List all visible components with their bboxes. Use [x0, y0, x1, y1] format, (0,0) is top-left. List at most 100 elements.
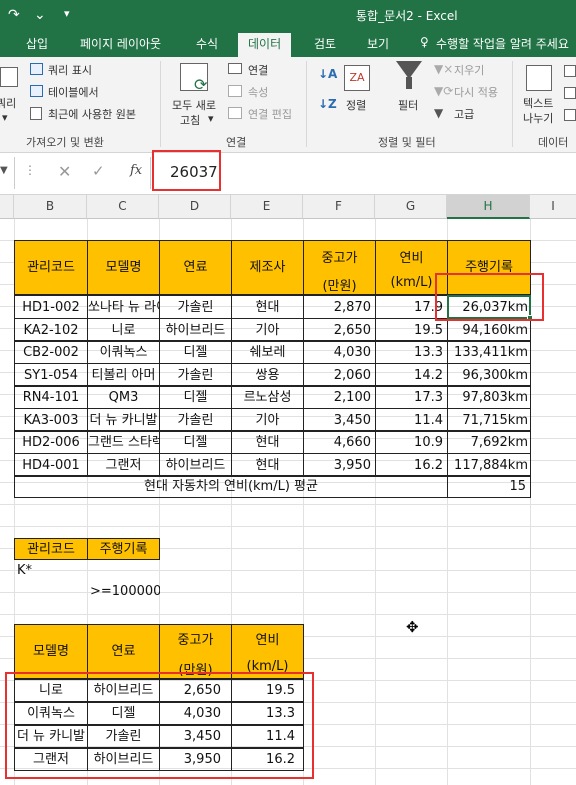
table-row-price[interactable]: 2,650 [303, 318, 376, 342]
table-row-model[interactable]: 그랜드 스타렉스 [87, 430, 160, 454]
criteria-mileage-value[interactable]: >=100000 [87, 581, 160, 603]
table-row-code[interactable]: KA2-102 [14, 318, 88, 342]
table-row-efficiency[interactable]: 14.2 [375, 363, 448, 387]
properties-button[interactable]: 속성 [248, 84, 268, 100]
table-row-price[interactable]: 2,870 [303, 295, 376, 319]
table-row-mileage[interactable]: 71,715km [447, 408, 531, 432]
new-query-icon[interactable] [0, 67, 18, 87]
text-to-columns-icon[interactable] [526, 65, 552, 91]
remove-duplicates-icon[interactable] [564, 87, 576, 99]
table-row-code[interactable]: HD2-006 [14, 430, 88, 454]
table-row-mileage[interactable]: 97,803km [447, 385, 531, 409]
clear-button[interactable]: 지우기 [454, 62, 484, 78]
table-row-fuel[interactable]: 디젤 [159, 385, 232, 409]
new-query-label[interactable]: 쿼리 [0, 95, 16, 111]
tab-insert[interactable]: 삽입 [26, 35, 48, 52]
table-row-fuel[interactable]: 하이브리드 [159, 318, 232, 342]
name-box-dropdown-icon[interactable]: ▼ [0, 165, 8, 176]
table-row-fuel[interactable]: 하이브리드 [159, 453, 232, 477]
customize-toolbar-icon[interactable]: ▾ [64, 7, 70, 20]
table-row-mileage[interactable]: 133,411km [447, 340, 531, 364]
table-row-maker[interactable]: 기아 [231, 408, 304, 432]
refresh-all-label[interactable]: 모두 새로 [172, 97, 216, 113]
sort-button[interactable]: 정렬 [346, 97, 366, 113]
recent-sources-button[interactable]: 최근에 사용한 원본 [48, 106, 136, 122]
result-header[interactable]: 중고가 (만원) [159, 624, 232, 679]
table-row-fuel[interactable]: 가솔린 [159, 363, 232, 387]
table-row-code[interactable]: HD1-002 [14, 295, 88, 319]
table-row-maker[interactable]: 쉐보레 [231, 340, 304, 364]
select-all-corner[interactable] [0, 195, 14, 219]
table-row-price[interactable]: 4,030 [303, 340, 376, 364]
table-row-price[interactable]: 2,100 [303, 385, 376, 409]
criteria-header-mileage[interactable]: 주행기록 [87, 538, 160, 560]
insert-function-icon[interactable]: fx [130, 163, 142, 178]
column-header-g[interactable]: G [375, 195, 447, 219]
column-header-b[interactable]: B [14, 195, 87, 219]
chevron-down-icon[interactable]: ⌄ [34, 7, 46, 23]
table-row-model[interactable]: 티볼리 아머 [87, 363, 160, 387]
table-row-maker[interactable]: 현대 [231, 295, 304, 319]
header-price[interactable]: 중고가 (만원) [303, 240, 376, 295]
sort-desc-icon[interactable]: ↓Z [318, 97, 337, 111]
header-model[interactable]: 모델명 [87, 240, 160, 295]
table-row-model[interactable]: 니로 [87, 318, 160, 342]
sort-asc-icon[interactable]: ↓A [318, 67, 337, 81]
table-row-fuel[interactable]: 가솔린 [159, 408, 232, 432]
tab-data[interactable]: 데이터 [238, 33, 292, 58]
table-row-mileage[interactable]: 94,160km [447, 318, 531, 342]
from-table-button[interactable]: 테이블에서 [48, 84, 99, 100]
table-row-model[interactable]: 그랜저 [87, 453, 160, 477]
column-header-f[interactable]: F [303, 195, 375, 219]
table-row-maker[interactable]: 현대 [231, 453, 304, 477]
table-row-price[interactable]: 3,450 [303, 408, 376, 432]
reapply-button[interactable]: 다시 적용 [454, 84, 498, 100]
table-row-maker[interactable]: 기아 [231, 318, 304, 342]
text-to-columns-label[interactable]: 텍스트 [523, 95, 553, 111]
table-row-code[interactable]: KA3-003 [14, 408, 88, 432]
table-row-fuel[interactable]: 가솔린 [159, 295, 232, 319]
data-validation-icon[interactable] [564, 109, 576, 121]
table-row-model[interactable]: 이쿼녹스 [87, 340, 160, 364]
table-row-mileage[interactable]: 7,692km [447, 430, 531, 454]
table-row-mileage[interactable]: 117,884km [447, 453, 531, 477]
criteria-code-value[interactable]: K* [14, 560, 88, 582]
table-row-maker[interactable]: 쌍용 [231, 363, 304, 387]
average-value[interactable]: 15 [447, 475, 531, 498]
column-header-c[interactable]: C [87, 195, 159, 219]
table-row-model[interactable]: 쏘나타 뉴 라이즈 [87, 295, 160, 319]
connections-button[interactable]: 연결 [248, 62, 268, 78]
table-row-code[interactable]: SY1-054 [14, 363, 88, 387]
criteria-header-code[interactable]: 관리코드 [14, 538, 88, 560]
tab-view[interactable]: 보기 [367, 35, 389, 52]
enter-icon[interactable]: ✓ [92, 162, 105, 180]
edit-links-button[interactable]: 연결 편집 [248, 106, 292, 122]
show-queries-button[interactable]: 쿼리 표시 [48, 62, 92, 78]
table-row-efficiency[interactable]: 10.9 [375, 430, 448, 454]
tell-me-box[interactable]: 수행할 작업을 알려 주세요 [436, 35, 569, 52]
table-row-mileage[interactable]: 96,300km [447, 363, 531, 387]
flash-fill-icon[interactable] [564, 65, 576, 77]
header-fuel[interactable]: 연료 [159, 240, 232, 295]
table-row-efficiency[interactable]: 13.3 [375, 340, 448, 364]
advanced-button[interactable]: 고급 [454, 106, 474, 122]
table-row-code[interactable]: RN4-101 [14, 385, 88, 409]
table-row-efficiency[interactable]: 11.4 [375, 408, 448, 432]
table-row-price[interactable]: 2,060 [303, 363, 376, 387]
table-row-fuel[interactable]: 디젤 [159, 340, 232, 364]
filter-button[interactable]: 필터 [398, 97, 418, 113]
tab-review[interactable]: 검토 [314, 35, 336, 52]
header-maker[interactable]: 제조사 [231, 240, 304, 295]
table-row-code[interactable]: HD4-001 [14, 453, 88, 477]
cancel-icon[interactable]: ✕ [58, 162, 71, 181]
table-row-model[interactable]: QM3 [87, 385, 160, 409]
tab-formulas[interactable]: 수식 [196, 35, 218, 52]
column-header-d[interactable]: D [159, 195, 231, 219]
table-row-efficiency[interactable]: 19.5 [375, 318, 448, 342]
column-header-e[interactable]: E [231, 195, 303, 219]
table-row-efficiency[interactable]: 16.2 [375, 453, 448, 477]
column-header-i[interactable]: I [530, 195, 576, 219]
result-header-model[interactable]: 모델명 [14, 624, 88, 679]
table-row-price[interactable]: 3,950 [303, 453, 376, 477]
table-row-maker[interactable]: 현대 [231, 430, 304, 454]
